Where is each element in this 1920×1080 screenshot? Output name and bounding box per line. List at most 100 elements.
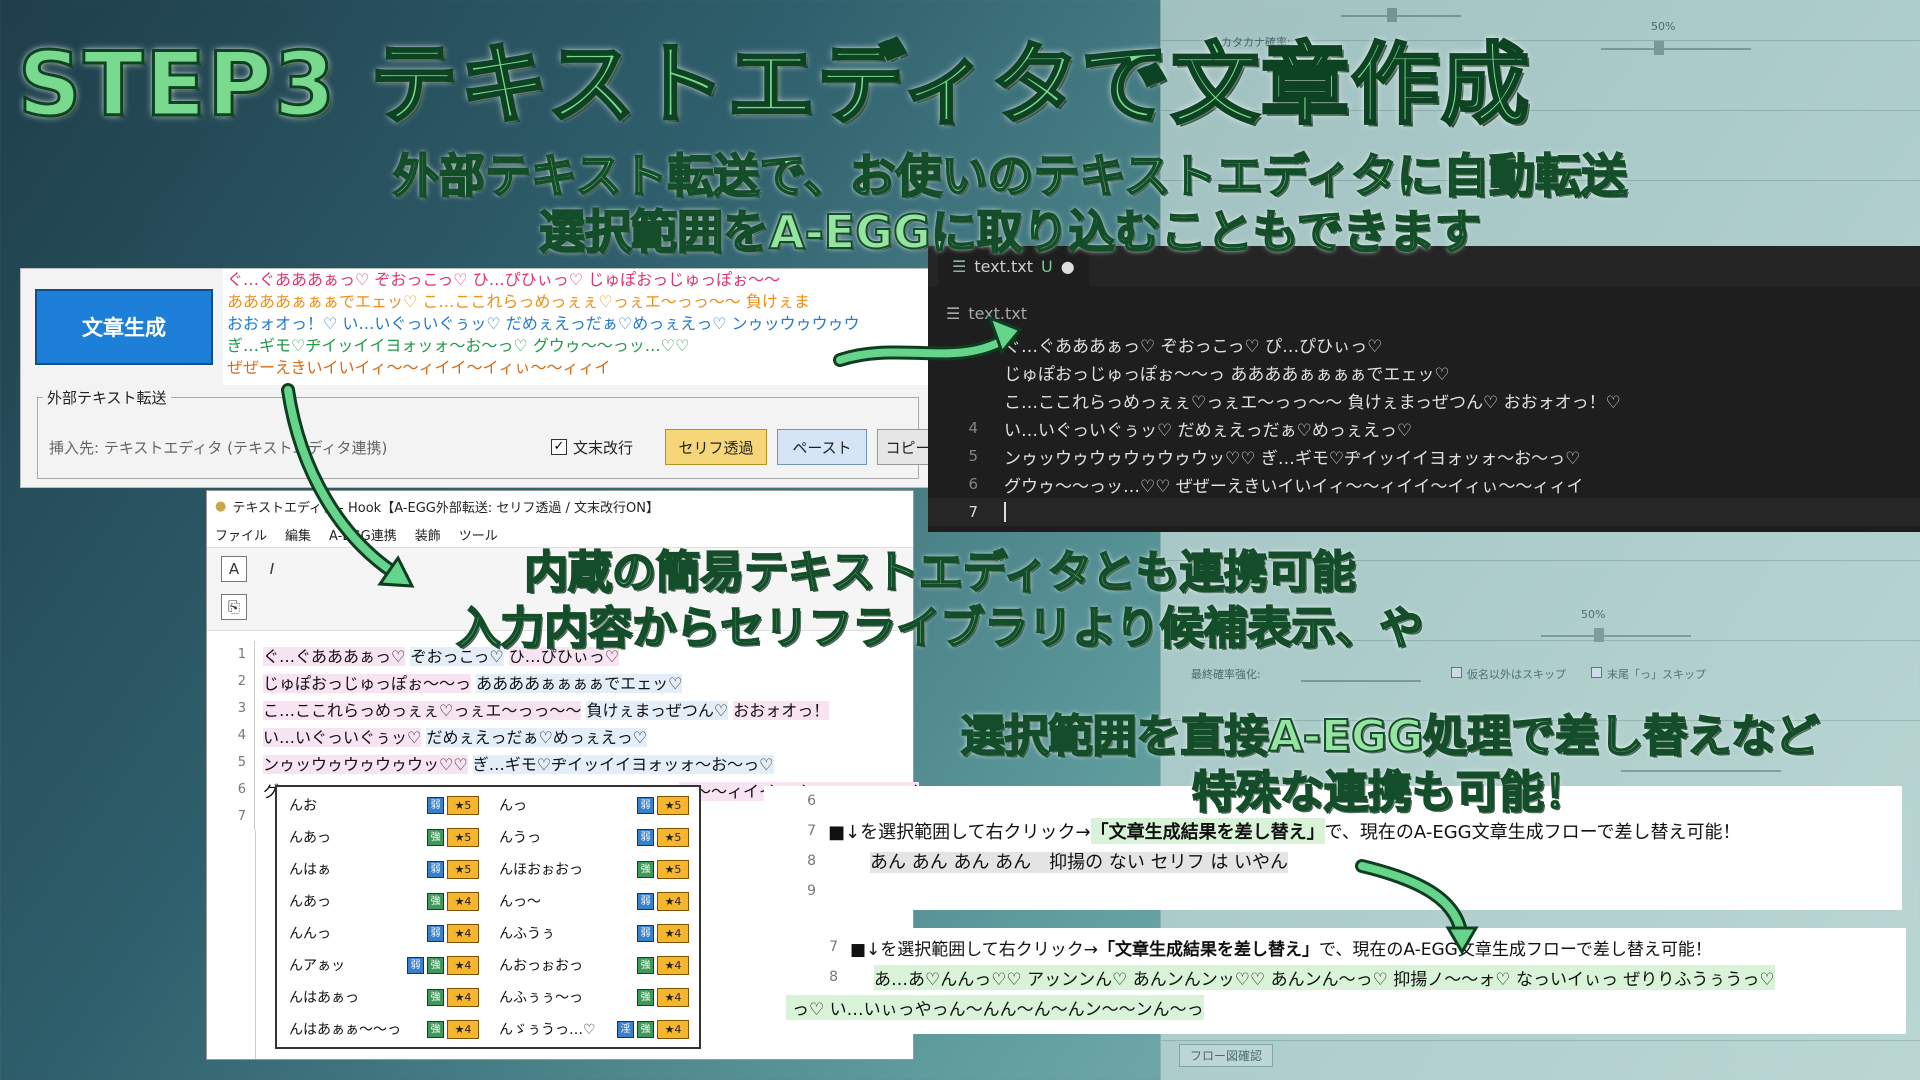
replaced-text-cont: っ♡ い…いぃっやっん～んん～ん～んン～～ンん～っ: [786, 994, 1204, 1020]
insert-target[interactable]: 挿入先: テキストエディタ (テキストエディタ連携): [49, 437, 387, 458]
menu-file[interactable]: ファイル: [215, 525, 267, 544]
egg-icon: ●: [215, 498, 227, 514]
editor-title: テキストエディタ - Hook【A-EGG外部転送: セリフ透過 / 文末改行O…: [232, 500, 659, 516]
italic-icon[interactable]: I: [259, 556, 285, 582]
example-line[interactable]: 8 あん あん あん あん 抑揚の ない セリフ は いやん: [764, 846, 1289, 876]
suggestion-item[interactable]: んおっぉおっ: [499, 949, 583, 981]
strength-badge: 強: [427, 892, 444, 910]
code-line-current[interactable]: 7: [928, 498, 1920, 526]
paste-button[interactable]: ペースト: [777, 429, 867, 465]
example-line[interactable]: 9: [764, 876, 828, 906]
strength-badge: 弱: [637, 796, 654, 814]
star-rating-badge: ★4: [657, 891, 689, 911]
group-title: 外部テキスト転送: [43, 387, 171, 408]
suggestion-meta: 強 ★4: [637, 981, 689, 1013]
example-line[interactable]: っ♡ い…いぃっやっん～んん～ん～んン～～ンん～っ: [786, 992, 1204, 1022]
editor-line[interactable]: 7: [207, 803, 263, 830]
generate-button[interactable]: 文章生成: [35, 289, 213, 365]
menu-edit[interactable]: 編集: [285, 525, 311, 544]
suggestion-meta: 強 ★4: [637, 949, 689, 981]
star-rating-badge: ★5: [447, 827, 479, 847]
example-line[interactable]: 7 ■↓を選択範囲して右クリック→ 「文章生成結果を差し替え」 で、現在のA-EGG文…: [786, 932, 1712, 962]
suggestion-item[interactable]: んゞぅうっ…♡: [499, 1013, 596, 1045]
suggestion-item[interactable]: んあっ: [289, 885, 331, 917]
suggestion-meta: 強 ★4: [427, 885, 479, 917]
strength-badge: 弱: [427, 924, 444, 942]
strength-badge: 強: [637, 956, 654, 974]
strength-badge: 強: [637, 1020, 654, 1038]
serif-transparent-button[interactable]: セリフ透過: [665, 429, 767, 465]
bg-label-percent-b: 50%: [1581, 608, 1606, 621]
output-line: ああああぁぁぁでエェッ♡ こ…ここれらっめっぇぇ♡っぇエ～っっ～～ 負けぇま: [227, 292, 810, 311]
font-icon[interactable]: A: [221, 556, 247, 582]
code-line[interactable]: ぐ…ぐあああぁっ♡ ぞおっこっ♡ ぴ…ぴひぃっ♡: [928, 330, 1382, 358]
suggestion-meta: 強 ★5: [427, 821, 479, 853]
suggestion-meta: 淫強 ★4: [617, 1013, 689, 1045]
subtitle-3b: 特殊な連携も可能！: [1191, 766, 1589, 819]
generated-output[interactable]: ぐ…ぐあああぁっ♡ ぞおっこっ♡ ひ…ぴひぃっ♡ じゅぽおっじゅっぽぉ～～ ああ…: [223, 269, 933, 385]
suggestion-item[interactable]: んほおぉおっ: [499, 853, 583, 885]
suggestion-meta: 強 ★4: [427, 981, 479, 1013]
star-rating-badge: ★4: [657, 1019, 689, 1039]
suggestion-item[interactable]: んうっ: [499, 821, 541, 853]
example-line[interactable]: 7 ■↓を選択範囲して右クリック→ 「文章生成結果を差し替え」 で、現在のA-EGG文…: [764, 816, 1741, 846]
suggestion-item[interactable]: んはぁ: [289, 853, 331, 885]
suggestion-meta: 弱 ★5: [427, 789, 479, 821]
output-line: ぜぜーえきいイいイィ～～ィイイ～イィぃ～～ィィイ: [227, 358, 611, 377]
suggestion-item[interactable]: んふぅぅ～っ: [499, 981, 583, 1013]
editor-line[interactable]: 2 じゅぽおっじゅっぽぉ～～っ ああああぁぁぁぁでエェッ♡: [207, 668, 683, 695]
star-rating-badge: ★4: [657, 987, 689, 1007]
suggestion-item[interactable]: んんっ: [289, 917, 331, 949]
star-rating-badge: ★5: [447, 859, 479, 879]
code-line[interactable]: 4 い…いぐっいぐぅッ♡ だめぇえっだぁ♡めっぇえっ♡: [928, 414, 1412, 442]
code-line[interactable]: じゅぽおっじゅっぽぉ～～っ ああああぁぁぁぁでエェッ♡: [928, 358, 1450, 386]
suggestion-item[interactable]: んっ～: [499, 885, 541, 917]
suggestion-item[interactable]: んはあぁぁ～～っ: [289, 1013, 401, 1045]
suggestion-meta: 弱強 ★4: [407, 949, 479, 981]
suggestion-item[interactable]: んはあぁっ: [289, 981, 359, 1013]
star-rating-badge: ★4: [657, 923, 689, 943]
strength-badge: 強: [427, 988, 444, 1006]
code-line[interactable]: 6 グウゥ～～っッ…♡♡ ぜぜーえきいイいイィ～～ィイイ～イィぃ～～ィィイ: [928, 470, 1583, 498]
suggestion-meta: 弱 ★4: [637, 917, 689, 949]
page-title: STEP3 テキストエディタで文章作成: [16, 32, 1532, 138]
star-rating-badge: ★4: [447, 923, 479, 943]
editor-line[interactable]: 3 こ…ここれらっめっぇぇ♡っぇエ～っっ～～ 負けぇまっぜつん♡ おおォオっ！: [207, 695, 830, 722]
suggestion-item[interactable]: んふうぅ: [499, 917, 555, 949]
star-rating-badge: ★5: [657, 859, 689, 879]
line-break-checkbox[interactable]: ✓: [551, 439, 567, 455]
suggestion-meta: 強 ★5: [637, 853, 689, 885]
editor-line[interactable]: 5 ンゥッウゥウゥウゥウッ♡♡ ぎ…ギモ♡ヂイッイイヨォッォ～お～っ♡: [207, 749, 774, 776]
star-rating-badge: ★5: [657, 795, 689, 815]
output-line: おおォオっ！♡ い…いぐっいぐぅッ♡ だめぇえっだぁ♡めっぇえっ♡ ンゥッウゥウ…: [227, 314, 860, 333]
suggestion-meta: 弱 ★4: [637, 885, 689, 917]
strength-badge: 弱: [427, 796, 444, 814]
code-line[interactable]: 5 ンゥッウゥウゥウゥウゥウッ♡♡ ぎ…ギモ♡ヂイッイイヨォッォ～お～っ♡: [928, 442, 1580, 470]
example-line[interactable]: 6: [764, 786, 828, 816]
generator-panel: 文章生成 ぐ…ぐあああぁっ♡ ぞおっこっ♡ ひ…ぴひぃっ♡ じゅぽおっじゅっぽぉ…: [20, 268, 939, 488]
strength-badge: 弱: [637, 924, 654, 942]
example-line[interactable]: 8 あ…あ♡んんっ♡♡ アッンンん♡ あんンんンッ♡♡ あんンん～っ♡ 抑揚ノ～～…: [786, 962, 1775, 992]
bg-label-percent-a: 50%: [1651, 20, 1676, 33]
bg-label-skip-kana: 仮名以外はスキップ: [1467, 668, 1566, 681]
suggestion-item[interactable]: んあっ: [289, 821, 331, 853]
clipboard-icon[interactable]: ⎘: [221, 594, 247, 620]
file-icon: ☰: [946, 304, 961, 323]
replaced-text: あ…あ♡んんっ♡♡ アッンンん♡ あんンんンッ♡♡ あんンん～っ♡ 抑揚ノ～～ォ…: [874, 964, 1775, 990]
star-rating-badge: ★4: [447, 891, 479, 911]
code-line[interactable]: こ…ここれらっめっぇぇ♡っぇエ～っっ～～ 負けぇまっぜつん♡ おおォオっ！♡: [928, 386, 1621, 414]
strength-badge: 強: [427, 956, 444, 974]
strength-badge: 強: [427, 828, 444, 846]
editor-line[interactable]: 4 い…いぐっいぐぅッ♡ だめぇえっだぁ♡めっぇえっ♡: [207, 722, 648, 749]
suggestion-item[interactable]: んお: [289, 789, 317, 821]
suggestion-meta: 弱 ★5: [427, 853, 479, 885]
strength-badge: 強: [637, 988, 654, 1006]
suggestion-item[interactable]: んっ: [499, 789, 527, 821]
breadcrumb[interactable]: ☰ text.txt: [946, 304, 1027, 323]
selected-text: あん あん あん あん 抑揚の ない セリフ は いやん: [870, 852, 1289, 873]
breadcrumb-file: text.txt: [968, 304, 1028, 323]
vscode-editor: ☰ text.txt U ● ☰ text.txt ぐ…ぐあああぁっ♡ ぞおっこ…: [928, 246, 1920, 532]
serif-suggestion-popup[interactable]: んお弱 ★5 んっ弱 ★5 んあっ強 ★5 んうっ弱 ★5 んはぁ弱 ★5 んほおぉおっ強 ★5 んあっ…: [275, 785, 701, 1049]
subtitle-2a: 内蔵の簡易テキストエディタとも連携可能: [523, 546, 1357, 599]
suggestion-item[interactable]: んアぁッ: [289, 949, 345, 981]
